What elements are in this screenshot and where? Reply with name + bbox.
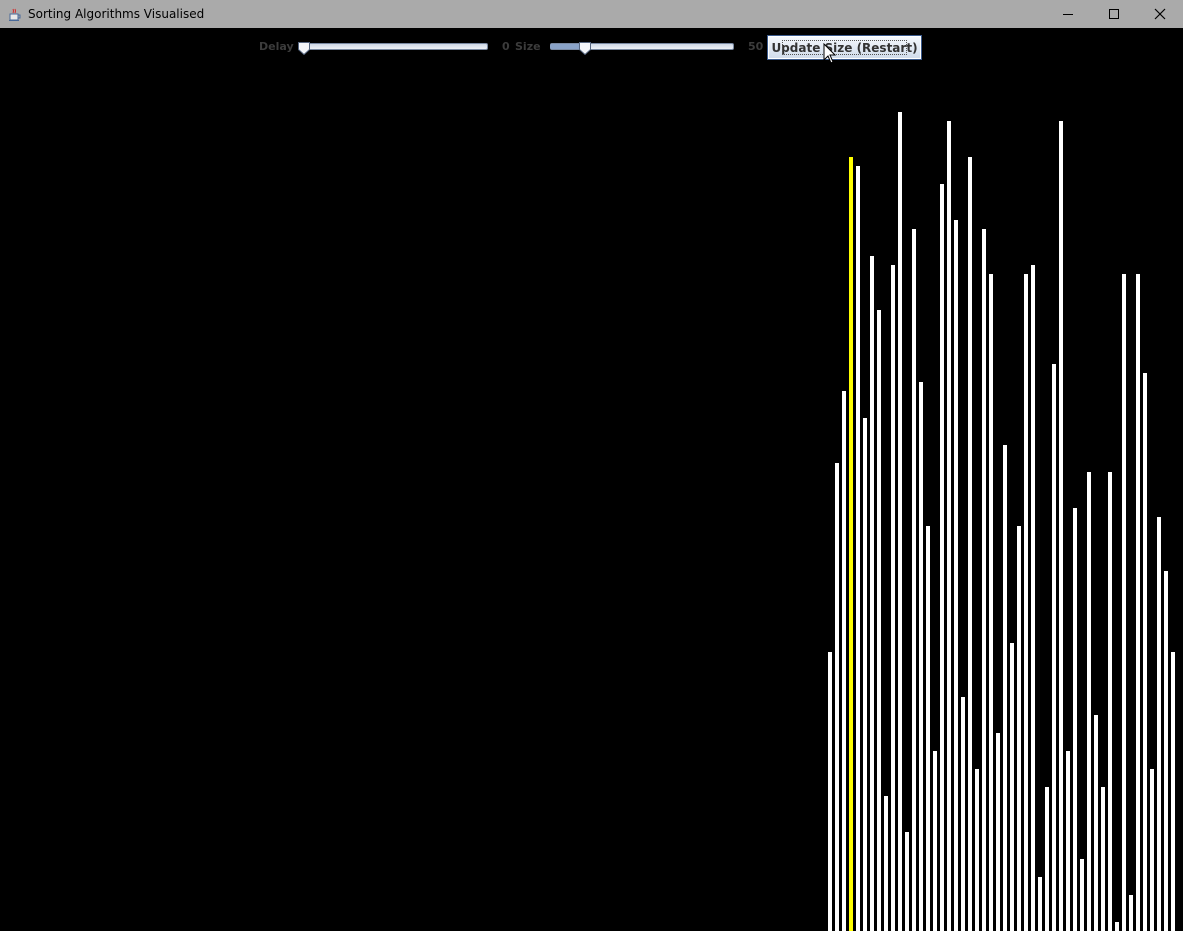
bar [1143, 373, 1147, 931]
bar [982, 229, 986, 931]
bar [919, 382, 923, 931]
bar [947, 121, 951, 931]
bar [1003, 445, 1007, 931]
minimize-icon [1063, 14, 1073, 15]
java-cup-icon [8, 7, 22, 21]
bar [1122, 274, 1126, 931]
bar [835, 463, 839, 931]
delay-slider-track [298, 43, 488, 50]
bar [1080, 859, 1084, 931]
bar [933, 751, 937, 931]
size-slider[interactable] [550, 39, 734, 56]
size-value: 50 [748, 40, 764, 53]
bar [898, 112, 902, 931]
bar [1094, 715, 1098, 931]
bar [996, 733, 1000, 931]
size-slider-thumb[interactable] [579, 40, 591, 56]
bar [1108, 472, 1112, 931]
control-panel: Delay 0 Size 50 Update Size (Restart) [0, 28, 1183, 66]
bar [1031, 265, 1035, 931]
delay-slider[interactable] [298, 39, 488, 56]
delay-value: 0 [502, 40, 510, 53]
maximize-button[interactable] [1091, 0, 1137, 28]
sorting-canvas [0, 66, 1183, 931]
close-button[interactable] [1137, 0, 1183, 28]
bar [1101, 787, 1105, 931]
close-icon [1154, 8, 1166, 20]
bar [863, 418, 867, 931]
bar [842, 391, 846, 931]
minimize-button[interactable] [1045, 0, 1091, 28]
bar [940, 184, 944, 931]
bar [1136, 274, 1140, 931]
bar [1052, 364, 1056, 931]
bar [961, 697, 965, 931]
bar [1024, 274, 1028, 931]
bar [1017, 526, 1021, 931]
bar [905, 832, 909, 931]
bar [828, 652, 832, 931]
delay-label: Delay [259, 40, 294, 53]
bar [1059, 121, 1063, 931]
bar [1010, 643, 1014, 931]
delay-slider-thumb[interactable] [298, 40, 310, 56]
bar [856, 166, 860, 931]
bar [968, 157, 972, 931]
bar [1087, 472, 1091, 931]
bar [1150, 769, 1154, 931]
bar [1157, 517, 1161, 931]
update-size-button[interactable]: Update Size (Restart) [767, 35, 922, 60]
bar [1171, 652, 1175, 931]
bar [989, 274, 993, 931]
bar [870, 256, 874, 931]
bar [954, 220, 958, 931]
bar [1115, 922, 1119, 931]
size-label: Size [515, 40, 541, 53]
bar [877, 310, 881, 931]
maximize-icon [1109, 9, 1119, 19]
bar-highlighted [849, 157, 853, 931]
update-size-button-label: Update Size (Restart) [771, 40, 918, 55]
title-bar[interactable]: Sorting Algorithms Visualised [0, 0, 1183, 28]
bar [1129, 895, 1133, 931]
bar [884, 796, 888, 931]
bar [912, 229, 916, 931]
window-controls [1045, 0, 1183, 28]
bar [891, 265, 895, 931]
app-window: Sorting Algorithms Visualised Delay 0 Si… [0, 0, 1183, 931]
bar [1073, 508, 1077, 931]
bar [926, 526, 930, 931]
bar [975, 769, 979, 931]
bar [1164, 571, 1168, 931]
mouse-cursor-icon [823, 42, 837, 65]
bar [1066, 751, 1070, 931]
bar [1045, 787, 1049, 931]
window-title: Sorting Algorithms Visualised [28, 7, 205, 21]
bar [1038, 877, 1042, 931]
